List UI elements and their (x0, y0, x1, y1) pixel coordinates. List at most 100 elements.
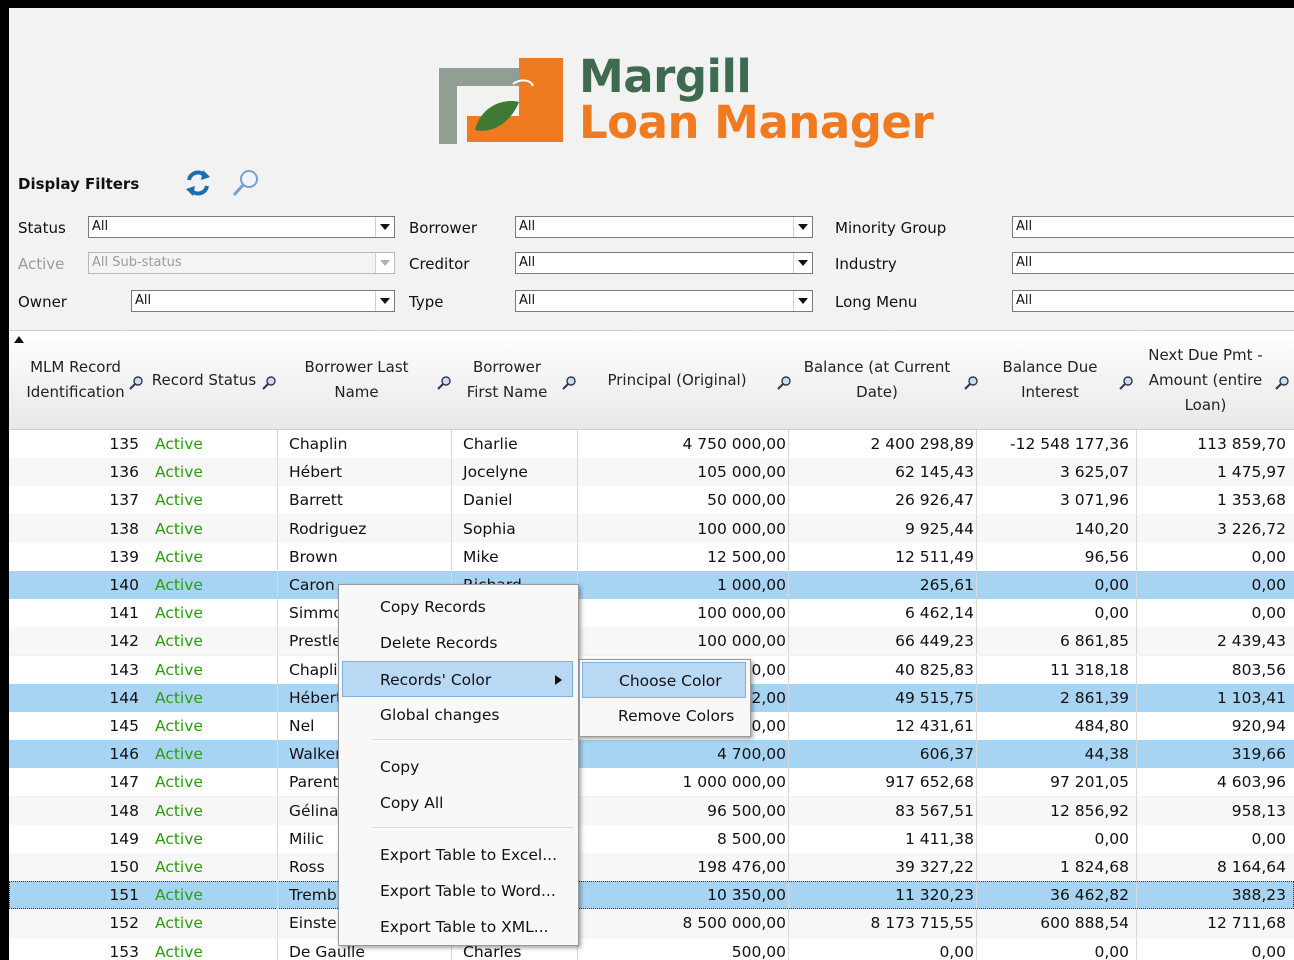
column-filter-icon[interactable] (262, 376, 276, 390)
cell-principal: 10 350,00 (707, 886, 786, 905)
column-filter-icon[interactable] (562, 376, 576, 390)
chevron-down-icon[interactable] (793, 291, 812, 311)
creditor-filter-select[interactable]: All (515, 252, 813, 274)
cell-last-name: Hébert (289, 463, 343, 482)
cell-balance: 606,37 (919, 745, 974, 764)
cell-principal: 100 000,00 (697, 632, 786, 651)
cell-next-pmt: 0,00 (1251, 576, 1286, 594)
chevron-down-icon[interactable] (793, 253, 812, 273)
column-header-id[interactable]: MLM Record Identification (13, 331, 138, 429)
table-row[interactable]: 138 Active Rodriguez Sophia 100 000,00 9 925,… (9, 514, 1294, 543)
menu-item-delete-records[interactable]: Delete Records (339, 625, 578, 661)
cell-balance: 40 825,83 (895, 660, 974, 679)
cell-last-name: Barrett (289, 491, 343, 510)
records-color-submenu: Choose Color Remove Colors (579, 659, 751, 737)
menu-item-export-excel[interactable]: Export Table to Excel... (339, 837, 578, 873)
menu-item-export-word[interactable]: Export Table to Word... (339, 873, 578, 909)
menu-item-copy[interactable]: Copy (339, 749, 578, 785)
status-filter-select[interactable]: All (88, 216, 395, 238)
cell-balance: 83 567,51 (895, 801, 974, 820)
table-row[interactable]: 137 Active Barrett Daniel 50 000,00 26 926,47… (9, 486, 1294, 515)
cell-principal: 1 000 000,00 (682, 773, 786, 792)
column-filter-icon[interactable] (1119, 376, 1133, 390)
cell-first-name: Charlie (463, 435, 518, 453)
minority-group-filter-select[interactable]: All (1012, 216, 1294, 238)
cell-next-pmt: 113 859,70 (1197, 435, 1286, 453)
column-header-first-name[interactable]: Borrower First Name (457, 331, 557, 429)
column-header-last-name[interactable]: Borrower Last Name (289, 331, 424, 429)
refresh-icon[interactable] (183, 168, 213, 198)
cell-id: 151 (109, 886, 139, 905)
cell-id: 144 (109, 688, 139, 707)
cell-status: Active (155, 858, 203, 876)
chevron-down-icon[interactable] (793, 217, 812, 237)
table-row[interactable]: 140ActiveCaronRichard1 000,00265,610,000… (9, 571, 1294, 599)
column-filter-icon[interactable] (777, 376, 791, 390)
cell-next-pmt: 0,00 (1251, 829, 1286, 848)
long-menu-filter-select[interactable]: All (1012, 290, 1294, 312)
column-header-balance[interactable]: Balance (at Current Date) (797, 331, 957, 429)
cell-id: 137 (109, 491, 139, 510)
menu-item-records-color[interactable]: Records' Color (342, 661, 573, 697)
table-row[interactable]: 150 Active Ross 198 476,00 39 327,22 1 824,68… (9, 853, 1294, 881)
cell-interest: 36 462,82 (1050, 886, 1129, 905)
table-row[interactable]: 135 Active Chaplin Charlie 4 750 000,00 2 400… (9, 430, 1294, 458)
minority-group-filter-label: Minority Group (835, 219, 947, 237)
cell-principal: 4 700,00 (716, 745, 786, 764)
menu-item-remove-colors[interactable]: Remove Colors (580, 698, 750, 734)
cell-next-pmt: 1 103,41 (1216, 688, 1286, 707)
cell-balance: 39 327,22 (895, 858, 974, 876)
column-filter-icon[interactable] (129, 376, 143, 390)
cell-principal: 12 500,00 (707, 547, 786, 566)
margill-logo: Margill Loan Manager (427, 46, 947, 156)
cell-status: Active (155, 463, 203, 482)
cell-interest: 11 318,18 (1050, 660, 1129, 679)
cell-id: 152 (109, 914, 139, 933)
column-header-principal[interactable]: Principal (Original) (597, 331, 757, 429)
column-header-next-pmt[interactable]: Next Due Pmt - Amount (entire Loan) (1143, 331, 1268, 429)
table-row[interactable]: 139 Active Brown Mike 12 500,00 12 511,49 96,5… (9, 542, 1294, 571)
table-row[interactable]: 146 Active Walker 4 700,00 606,37 44,38 319,66 (9, 740, 1294, 769)
substatus-filter-select: All Sub-status (88, 252, 395, 274)
table-row[interactable]: 148 Active Gélinas 96 500,00 83 567,51 12 856… (9, 796, 1294, 825)
menu-item-copy-all[interactable]: Copy All (339, 785, 578, 821)
column-filter-icon[interactable] (1275, 376, 1289, 390)
cell-next-pmt: 8 164,64 (1216, 858, 1286, 876)
column-filter-icon[interactable] (437, 376, 451, 390)
menu-item-choose-color[interactable]: Choose Color (582, 662, 746, 698)
table-row[interactable]: 152 Active Einstein 8 500 000,00 8 173 715,5… (9, 909, 1294, 938)
cell-interest: 1 824,68 (1059, 858, 1129, 876)
cell-balance: 12 511,49 (895, 547, 974, 566)
table-row[interactable]: 147 Active Parent 1 000 000,00 917 652,68 97 … (9, 768, 1294, 797)
column-header-status[interactable]: Record Status (147, 331, 261, 429)
cell-principal: 50 000,00 (707, 491, 786, 510)
table-row[interactable]: 141 Active Simmons 100 000,00 6 462,14 0,00 0,… (9, 599, 1294, 628)
cell-status: Active (155, 547, 203, 566)
menu-item-export-xml[interactable]: Export Table to XML... (339, 909, 578, 945)
search-icon[interactable] (231, 168, 261, 198)
borrower-filter-select[interactable]: All (515, 216, 813, 238)
industry-filter-select[interactable]: All (1012, 252, 1294, 274)
cell-interest: 0,00 (1094, 604, 1129, 623)
cell-next-pmt: 920,94 (1231, 717, 1286, 735)
column-header-interest[interactable]: Balance Due Interest (985, 331, 1115, 429)
status-filter-label: Status (18, 219, 66, 237)
table-row[interactable]: 142 Active Prestley 100 000,00 66 449,23 6 86… (9, 627, 1294, 656)
table-row[interactable]: 136 Active Hébert Jocelyne 105 000,00 62 145,… (9, 458, 1294, 487)
table-row[interactable]: 151 Active Tremblay 10 350,00 11 320,23 36 46… (9, 881, 1294, 910)
cell-balance: 49 515,75 (895, 688, 974, 707)
chevron-down-icon[interactable] (375, 291, 394, 311)
menu-separator (373, 827, 573, 828)
cell-status: Active (155, 688, 203, 707)
table-row[interactable]: 149 Active Milic 8 500,00 1 411,38 0,00 0,00 (9, 824, 1294, 853)
chevron-down-icon[interactable] (375, 217, 394, 237)
type-filter-select[interactable]: All (515, 290, 813, 312)
menu-item-global-changes[interactable]: Global changes (339, 697, 578, 733)
cell-principal: 1 000,00 (716, 576, 786, 594)
cell-interest: 96,56 (1084, 547, 1129, 566)
column-filter-icon[interactable] (964, 376, 978, 390)
cell-first-name: Sophia (463, 519, 516, 538)
menu-item-copy-records[interactable]: Copy Records (339, 589, 578, 625)
table-row[interactable]: 153 Active De Gaulle Charles 500,00 0,00 0,00 0… (9, 937, 1294, 960)
owner-filter-select[interactable]: All (131, 290, 395, 312)
